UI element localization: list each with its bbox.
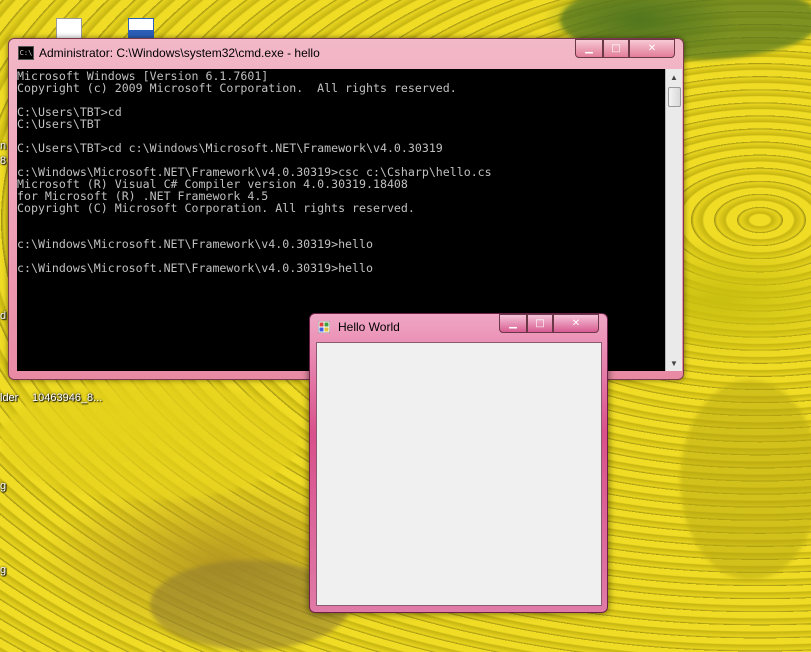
cmd-window-title: Administrator: C:\Windows\system32\cmd.e… — [39, 46, 320, 60]
desktop-icon-label-fragment[interactable]: g — [0, 480, 6, 492]
desktop-icon-label[interactable]: lder — [0, 392, 18, 404]
scroll-down-icon[interactable]: ▼ — [666, 355, 682, 371]
cmd-caption-buttons: ▁ □ ✕ — [575, 39, 675, 58]
console-line: c:\Windows\Microsoft.NET\Framework\v4.0.… — [17, 237, 373, 251]
console-line: C:\Users\TBT — [17, 117, 101, 131]
console-line: C:\Users\TBT>cd — [17, 105, 122, 119]
close-button[interactable]: ✕ — [553, 314, 599, 333]
form-client-area[interactable] — [316, 342, 602, 606]
desktop-icon-label-fragment[interactable]: d — [0, 310, 6, 322]
console-line: c:\Windows\Microsoft.NET\Framework\v4.0.… — [17, 261, 373, 275]
desktop-icon-label-fragment[interactable]: n — [0, 140, 6, 152]
scroll-thumb[interactable] — [668, 87, 681, 107]
desktop-icon-label-fragment[interactable]: g — [0, 564, 6, 576]
hello-caption-buttons: ▁ □ ✕ — [499, 314, 599, 333]
maximize-button[interactable]: □ — [603, 39, 629, 58]
console-line: C:\Users\TBT>cd c:\Windows\Microsoft.NET… — [17, 141, 443, 155]
desktop-icon-label[interactable]: 10463946_8... — [32, 392, 102, 404]
close-button[interactable]: ✕ — [629, 39, 675, 58]
app-icon[interactable] — [318, 321, 330, 333]
minimize-button[interactable]: ▁ — [575, 39, 603, 58]
background-field — [680, 380, 811, 580]
console-line: Copyright (c) 2009 Microsoft Corporation… — [17, 81, 457, 95]
vertical-scrollbar[interactable]: ▲ ▼ — [665, 69, 682, 371]
console-output: Microsoft Windows [Version 6.1.7601] Copy… — [17, 69, 665, 274]
scroll-up-icon[interactable]: ▲ — [666, 69, 682, 85]
hello-world-title: Hello World — [338, 320, 400, 334]
minimize-button[interactable]: ▁ — [499, 314, 527, 333]
maximize-button[interactable]: □ — [527, 314, 553, 333]
console-line: Copyright (C) Microsoft Corporation. All… — [17, 201, 415, 215]
desktop-icon-label-fragment[interactable]: 8 — [0, 155, 6, 167]
cmd-title-bar[interactable]: C:\ Administrator: C:\Windows\system32\c… — [9, 39, 683, 67]
cmd-icon[interactable]: C:\ — [18, 46, 34, 60]
hello-world-window[interactable]: Hello World ▁ □ ✕ — [309, 313, 608, 613]
